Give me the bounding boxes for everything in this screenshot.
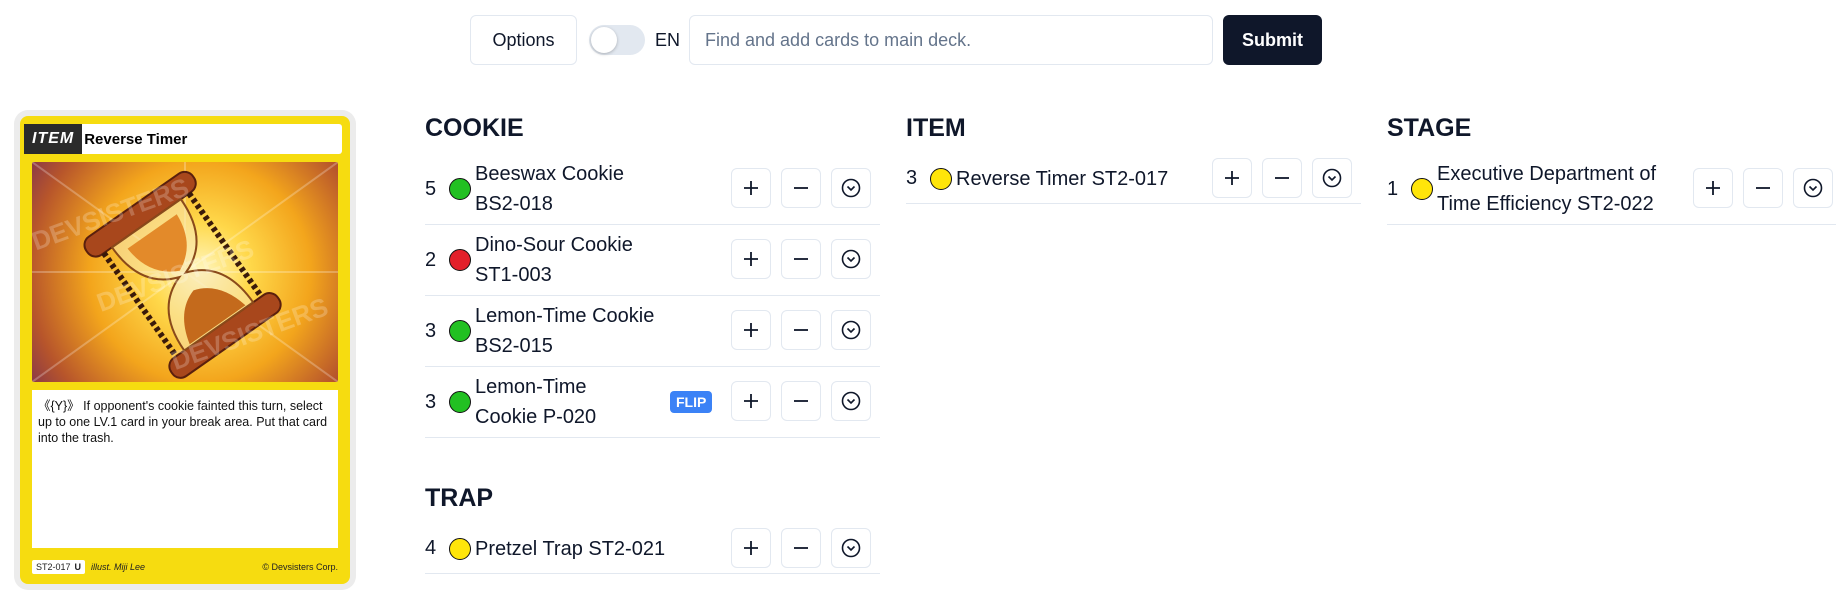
chevron-circle-down-icon (1322, 168, 1342, 188)
section-trap: TRAP 4 Pretzel Trap ST2-021 (425, 480, 880, 574)
deck-row: 1 Executive Department of Time Efficiency… (1387, 154, 1836, 225)
card-footer: ST2-017 U illust. Miji Lee © Devsisters … (32, 560, 338, 574)
plus-icon (744, 541, 758, 555)
card-name-label: Lemon-Time Cookie BS2-015 (475, 305, 655, 357)
chevron-circle-down-icon (841, 178, 861, 198)
color-dot-icon (449, 178, 471, 200)
section-title: ITEM (906, 113, 966, 142)
card-effect-text: 《{Y}》 If opponent's cookie fainted this … (32, 390, 338, 548)
section-item: ITEM 3 Reverse Timer ST2-017 (906, 110, 1361, 204)
section-title: COOKIE (425, 113, 524, 142)
chevron-circle-down-icon (841, 249, 861, 269)
toolbar: Options EN Submit (470, 15, 1322, 65)
color-dot-icon (449, 320, 471, 342)
increment-button[interactable] (1693, 168, 1733, 208)
details-button[interactable] (831, 168, 871, 208)
color-dot-icon (449, 537, 471, 560)
plus-icon (744, 394, 758, 408)
deck-row: 5 Beeswax Cookie BS2-018 (425, 154, 880, 225)
card-body: ITEM Reverse Timer DEVSISTERS DEVSISTERS… (20, 116, 350, 584)
minus-icon (794, 258, 808, 260)
plus-icon (1225, 171, 1239, 185)
details-button[interactable] (831, 239, 871, 279)
flip-badge: FLIP (670, 391, 713, 413)
details-button[interactable] (831, 528, 871, 568)
minus-icon (794, 187, 808, 189)
increment-button[interactable] (731, 168, 771, 208)
increment-button[interactable] (731, 239, 771, 279)
card-artwork-hourglass: DEVSISTERS DEVSISTERS DEVSISTERS (32, 162, 338, 382)
search-input[interactable] (689, 15, 1213, 65)
card-quantity: 3 (425, 319, 437, 342)
card-quantity: 3 (425, 390, 437, 413)
chevron-circle-down-icon (841, 538, 861, 558)
chevron-circle-down-icon (1803, 178, 1823, 198)
card-name-label: Reverse Timer ST2-017 (956, 167, 1169, 190)
card-set-info: ST2-017 U (32, 560, 86, 574)
increment-button[interactable] (731, 381, 771, 421)
color-dot-icon (1411, 178, 1433, 200)
card-name-label: Lemon-Time Cookie P-020 (475, 376, 597, 428)
card-quantity: 5 (425, 177, 437, 200)
card-preview: ITEM Reverse Timer DEVSISTERS DEVSISTERS… (14, 110, 356, 590)
decrement-button[interactable] (781, 381, 821, 421)
section-stage: STAGE 1 Executive Department of Time Effi… (1387, 110, 1836, 225)
increment-button[interactable] (1212, 158, 1252, 198)
card-quantity: 3 (906, 167, 918, 189)
details-button[interactable] (1793, 168, 1833, 208)
language-toggle[interactable] (589, 25, 645, 55)
card-illustrator: illust. Miji Lee (91, 562, 146, 572)
language-label: EN (655, 29, 681, 50)
options-button[interactable]: Options (470, 15, 577, 65)
details-button[interactable] (831, 381, 871, 421)
decrement-button[interactable] (781, 528, 821, 568)
deck-row: 3 Reverse Timer ST2-017 (906, 154, 1361, 204)
card-copyright: © Devsisters Corp. (262, 562, 338, 572)
color-dot-icon (449, 249, 471, 271)
card-name: Reverse Timer (84, 130, 188, 148)
plus-icon (744, 252, 758, 266)
card-quantity: 1 (1387, 177, 1399, 200)
deck-row: 4 Pretzel Trap ST2-021 (425, 524, 880, 574)
deck-row: 3 Lemon-Time Cookie P-020 FLIP (425, 367, 880, 438)
card-header: ITEM Reverse Timer (24, 124, 342, 154)
details-button[interactable] (1312, 158, 1352, 198)
card-name-label: Dino-Sour Cookie ST1-003 (475, 234, 633, 286)
toggle-knob (591, 27, 617, 53)
decrement-button[interactable] (1262, 158, 1302, 198)
card-quantity: 4 (425, 537, 437, 559)
minus-icon (794, 329, 808, 331)
increment-button[interactable] (731, 310, 771, 350)
submit-button[interactable]: Submit (1223, 15, 1322, 65)
minus-icon (794, 547, 808, 549)
minus-icon (794, 400, 808, 402)
color-dot-icon (930, 167, 952, 190)
section-cookie: COOKIE 5 Beeswax Cookie BS2-018 2 Dino-So… (425, 110, 880, 438)
color-dot-icon (449, 391, 471, 413)
minus-icon (1275, 177, 1289, 179)
chevron-circle-down-icon (841, 320, 861, 340)
section-title: TRAP (425, 483, 494, 512)
decrement-button[interactable] (1743, 168, 1783, 208)
decrement-button[interactable] (781, 310, 821, 350)
decrement-button[interactable] (781, 168, 821, 208)
card-type-label: ITEM (24, 124, 83, 154)
card-name-label: Executive Department of Time Efficiency S… (1437, 163, 1656, 215)
minus-icon (1756, 187, 1770, 189)
card-quantity: 2 (425, 248, 437, 271)
details-button[interactable] (831, 310, 871, 350)
deck-row: 3 Lemon-Time Cookie BS2-015 (425, 296, 880, 367)
decrement-button[interactable] (781, 239, 821, 279)
card-name-label: Beeswax Cookie BS2-018 (475, 163, 624, 215)
card-rarity: U (74, 562, 82, 572)
card-name-label: Pretzel Trap ST2-021 (475, 537, 666, 560)
card-set-code: ST2-017 (36, 562, 71, 572)
plus-icon (744, 323, 758, 337)
increment-button[interactable] (731, 528, 771, 568)
deck-row: 2 Dino-Sour Cookie ST1-003 (425, 225, 880, 296)
plus-icon (1706, 181, 1720, 195)
section-title: STAGE (1387, 113, 1472, 142)
chevron-circle-down-icon (841, 391, 861, 411)
plus-icon (744, 181, 758, 195)
